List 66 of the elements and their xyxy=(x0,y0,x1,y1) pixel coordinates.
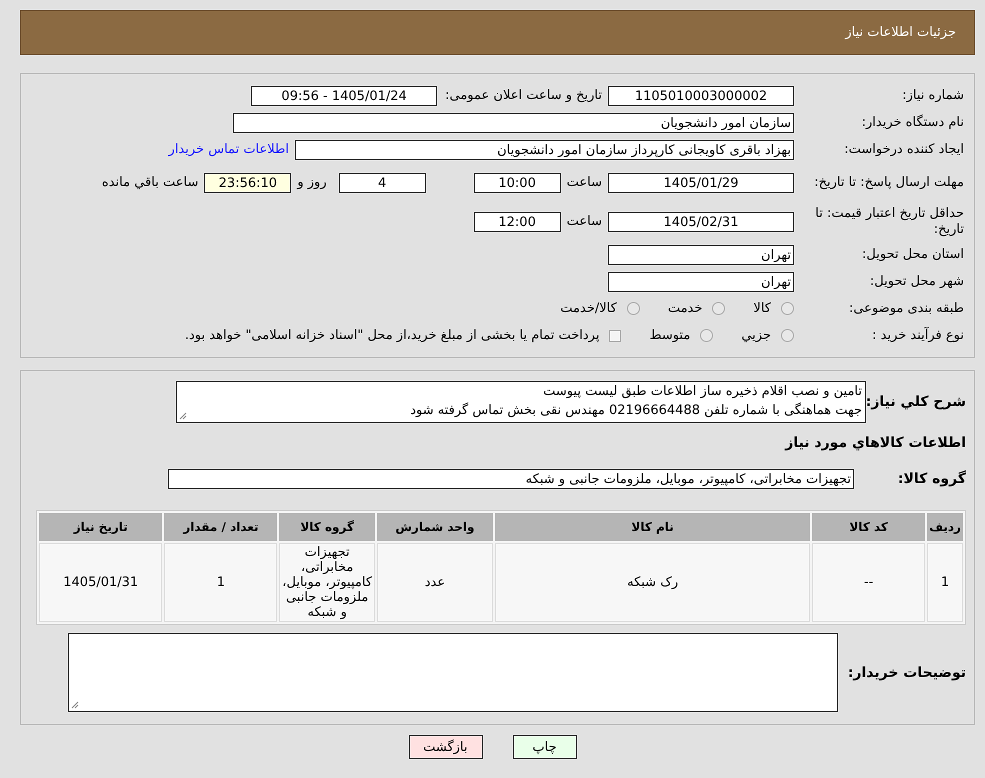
field-label: گروه كالا: xyxy=(896,470,966,486)
column-header: نام کالا xyxy=(495,513,810,541)
description-line: جهت هماهنگی با شماره تلفن 02196664488 مهندس نقی بخش تماس گرفته شود xyxy=(409,402,862,420)
days-label: روز و xyxy=(297,175,327,190)
announce-date-field: 1405/01/24 - 09:56 xyxy=(251,86,438,106)
column-header: کد کالا xyxy=(812,513,926,541)
days-field: 4 xyxy=(338,172,426,192)
field-label: استان محل تحویل: xyxy=(861,246,964,262)
validity-date-field: 1405/02/31 xyxy=(608,212,794,232)
resize-handle-icon xyxy=(179,412,187,420)
table-cell: تجهیزات مخابراتی، کامپیوتر، موبایل، ملزومات جانبی و شبکه xyxy=(279,543,375,622)
column-header: تعداد / مقدار xyxy=(164,513,278,541)
print-button[interactable]: چاپ xyxy=(512,735,576,759)
column-header: تاریخ نیاز xyxy=(39,513,162,541)
field-label: تاریخ و ساعت اعلان عمومی: xyxy=(445,88,602,103)
field-label: نام دستگاه خریدار: xyxy=(860,114,964,130)
resize-handle-icon xyxy=(70,701,79,709)
buyer-contact-link[interactable]: اطلاعات تماس خریدار xyxy=(168,142,289,157)
checkbox[interactable] xyxy=(609,330,622,342)
page-title: جزئیات اطلاعات نیاز xyxy=(845,25,956,40)
remaining-label: ساعت باقي مانده xyxy=(102,175,198,190)
field-label: شهر محل تحویل: xyxy=(868,274,964,290)
radio-button[interactable] xyxy=(712,302,726,315)
requester-field: بهزاد باقری کاویجانی کارپرداز سازمان امور دانشجویان xyxy=(295,140,794,160)
radio-label: خدمت xyxy=(668,301,702,316)
column-header: گروه کالا xyxy=(279,513,375,541)
time-label: ساعت xyxy=(566,214,602,229)
deadline-date-field: 1405/01/29 xyxy=(608,172,794,192)
table-cell: رک شبکه xyxy=(495,543,810,622)
radio-label: كالا/خدمت xyxy=(560,301,617,316)
radio-label: كالا xyxy=(753,301,771,316)
deadline-time-field: 10:00 xyxy=(474,172,561,192)
field-label: شرح كلي نياز: xyxy=(866,394,966,410)
table-cell: -- xyxy=(812,543,926,622)
field-label: شماره نیاز: xyxy=(901,88,964,104)
field-label: طبقه بندی موضوعی: xyxy=(848,300,964,316)
buyer-notes-field[interactable] xyxy=(68,633,838,712)
column-header: واحد شمارش xyxy=(376,513,493,541)
radio-label: جزيي xyxy=(741,328,771,343)
field-label: ایجاد کننده درخواست: xyxy=(843,142,964,158)
table-cell: 1405/01/31 xyxy=(39,543,162,622)
description-line: تامین و نصب اقلام ذخیره ساز اطلاعات طبق لیست پیوست xyxy=(542,383,862,401)
remaining-time-field: 23:56:10 xyxy=(204,172,292,192)
need-number-field: 1105010003000002 xyxy=(608,86,794,106)
table-cell: عدد xyxy=(376,543,493,622)
validity-time-field: 12:00 xyxy=(474,212,561,232)
time-label: ساعت xyxy=(566,175,602,190)
field-label: حداقل تاریخ اعتبار قیمت: تا تاریخ: xyxy=(814,206,964,238)
province-field: تهران xyxy=(608,244,794,264)
field-label: نوع فرآیند خرید : xyxy=(871,328,964,344)
radio-label: متوسط xyxy=(649,328,690,343)
goods-group-field: تجهیزات مخابراتی، کامپیوتر، موبایل، ملزومات جانبی و شبکه xyxy=(168,468,854,488)
radio-button[interactable] xyxy=(700,329,714,342)
column-header: ردیف xyxy=(927,513,963,541)
table-cell: 1 xyxy=(164,543,278,622)
city-field: تهران xyxy=(608,272,794,292)
radio-button[interactable] xyxy=(626,302,640,315)
buyer-org-field: سازمان امور دانشجویان xyxy=(233,112,794,132)
checkbox-label: پرداخت تمام یا بخشی از مبلغ خرید،از محل "اسناد خزانه اسلامی" خواهد بود. xyxy=(184,328,600,343)
radio-button[interactable] xyxy=(781,329,794,342)
radio-button[interactable] xyxy=(781,302,794,315)
field-label: مهلت ارسال پاسخ: تا تاریخ: xyxy=(813,174,964,190)
field-label: توضیحات خریدار: xyxy=(848,664,966,680)
section-title: اطلاعات كالاهاي مورد نياز xyxy=(784,435,966,451)
table-cell: 1 xyxy=(927,543,963,622)
back-button[interactable]: بازگشت xyxy=(408,735,482,759)
